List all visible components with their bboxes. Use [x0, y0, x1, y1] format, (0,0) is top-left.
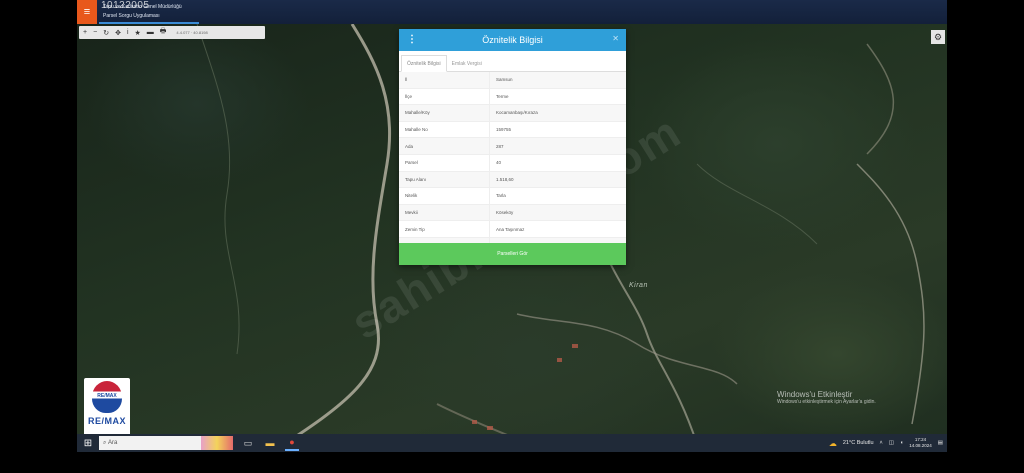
attribute-dialog: ⋮ Öznitelik Bilgisi ✕ Öznitelik Bilgisi …: [399, 29, 626, 265]
search-promo-image: [201, 436, 233, 450]
logo-brand: RE/MAX: [87, 416, 126, 426]
gear-icon[interactable]: ⚙: [931, 30, 945, 44]
row-value: Ana Taşınmaz: [489, 220, 626, 238]
attribute-table: İl Samsun İlçe Terme Mahalle/Köy Kocamanbaş…: [399, 72, 626, 255]
measure-icon[interactable]: ▬: [147, 29, 154, 36]
close-icon[interactable]: ✕: [612, 34, 619, 43]
zoom-in-icon[interactable]: +: [83, 29, 87, 36]
table-row: Zemin Tip Ana Taşınmaz: [399, 220, 626, 238]
info-icon[interactable]: i: [127, 29, 129, 36]
windows-start-icon[interactable]: ⊞: [81, 436, 95, 450]
row-value: Köseköy: [489, 204, 626, 222]
row-key: Parsel: [399, 154, 490, 172]
table-row: İl Samsun: [399, 72, 626, 89]
clock-date: 14.08.2024: [909, 443, 932, 448]
map-toolbar: + − ↻ ✥ i ★ ▬ 🖶 4.4.077 · 40.8198: [79, 26, 265, 39]
row-key: Mahalle/Köy: [399, 104, 490, 122]
place-label: Kiran: [629, 282, 648, 289]
row-value: 287: [489, 137, 626, 155]
taskbar-search[interactable]: ⌕ Ara: [99, 436, 233, 450]
row-value: Samsun: [489, 72, 626, 89]
activation-title: Windows'u Etkinleştir: [777, 390, 853, 399]
app-titles: 10122005 Tapu ve Kadastro Genel Müdürlüğ…: [101, 0, 182, 21]
chrome-icon[interactable]: ●: [285, 435, 299, 451]
dialog-header: ⋮ Öznitelik Bilgisi ✕: [399, 29, 626, 51]
show-parcels-button[interactable]: Parselleri Gör: [399, 243, 626, 265]
app-header: ≡ 10122005 Tapu ve Kadastro Genel Müdürl…: [77, 0, 947, 24]
overlay-number: 10122005: [101, 0, 150, 11]
balloon-icon: RE/MAX: [92, 381, 122, 413]
row-value: Tarla: [489, 187, 626, 205]
activation-text: Windows'u etkinleştirmek için Ayarlar'a …: [777, 399, 876, 405]
taskbar: ⊞ ⌕ Ara ▭ ▬ ● ☁ 21°C Bulutlu ˄ ◫ ◖ 17:24…: [77, 434, 947, 452]
print-icon[interactable]: 🖶: [160, 27, 167, 38]
star-icon[interactable]: ★: [135, 29, 141, 37]
row-key: Tapu Alanı: [399, 171, 490, 189]
row-key: Mahalle No: [399, 121, 490, 139]
search-placeholder: Ara: [108, 440, 118, 446]
notification-icon[interactable]: ▤: [938, 440, 943, 446]
system-tray: ☁ 21°C Bulutlu ˄ ◫ ◖ 17:24 14.08.2024 ▤: [829, 434, 943, 452]
table-row: Mahalle/Köy Kocamanbaşı/Kıraza: [399, 104, 626, 122]
volume-icon[interactable]: ◖: [900, 440, 903, 446]
row-value: 40: [489, 154, 626, 172]
locate-icon[interactable]: ✥: [115, 29, 121, 37]
row-value: 1.518,60: [489, 171, 626, 189]
table-row: İlçe Terme: [399, 88, 626, 106]
dialog-title: Öznitelik Bilgisi: [482, 35, 543, 45]
header-accent-line: [99, 22, 199, 24]
table-row: Tapu Alanı 1.518,60: [399, 171, 626, 189]
more-options-icon[interactable]: ⋮: [407, 34, 417, 45]
row-key: İl: [399, 72, 490, 89]
tab-attributes[interactable]: Öznitelik Bilgisi: [401, 55, 447, 72]
app-subtitle: Parsel Sorgu Uygulaması: [103, 13, 160, 19]
row-key: Mevkii: [399, 204, 490, 222]
clock[interactable]: 17:24 14.08.2024: [909, 437, 932, 449]
table-row: Ada 287: [399, 137, 626, 155]
row-key: Zemin Tip: [399, 220, 490, 238]
hamburger-menu-icon[interactable]: ≡: [77, 0, 97, 24]
weather-icon[interactable]: ☁: [829, 439, 837, 448]
coordinate-readout: 4.4.077 · 40.8198: [176, 30, 208, 35]
row-key: Nitelik: [399, 187, 490, 205]
balloon-text: RE/MAX: [97, 393, 117, 399]
screen: ≡ 10122005 Tapu ve Kadastro Genel Müdürl…: [77, 0, 947, 452]
table-row: Nitelik Tarla: [399, 187, 626, 205]
row-value: Terme: [489, 88, 626, 106]
table-row: Parsel 40: [399, 154, 626, 172]
network-icon[interactable]: ◫: [889, 440, 894, 446]
table-row: Mahalle No 159755: [399, 121, 626, 139]
row-value: 159755: [489, 121, 626, 139]
file-explorer-icon[interactable]: ▬: [263, 436, 277, 450]
row-key: İlçe: [399, 88, 490, 106]
zoom-out-icon[interactable]: −: [93, 29, 97, 36]
remax-logo: RE/MAX RE/MAX: [84, 378, 130, 438]
refresh-icon[interactable]: ↻: [103, 29, 109, 37]
row-value: Kocamanbaşı/Kıraza: [489, 104, 626, 122]
row-key: Ada: [399, 137, 490, 155]
task-view-icon[interactable]: ▭: [241, 436, 255, 450]
dialog-tabs: Öznitelik Bilgisi Emlak Vergisi: [399, 51, 626, 72]
weather-text[interactable]: 21°C Bulutlu: [843, 440, 874, 446]
windows-activation-notice: Windows'u Etkinleştir Windows'u etkinleş…: [777, 390, 876, 405]
table-row: Mevkii Köseköy: [399, 204, 626, 222]
chevron-up-icon[interactable]: ˄: [880, 440, 883, 446]
tab-property-tax[interactable]: Emlak Vergisi: [447, 56, 487, 71]
